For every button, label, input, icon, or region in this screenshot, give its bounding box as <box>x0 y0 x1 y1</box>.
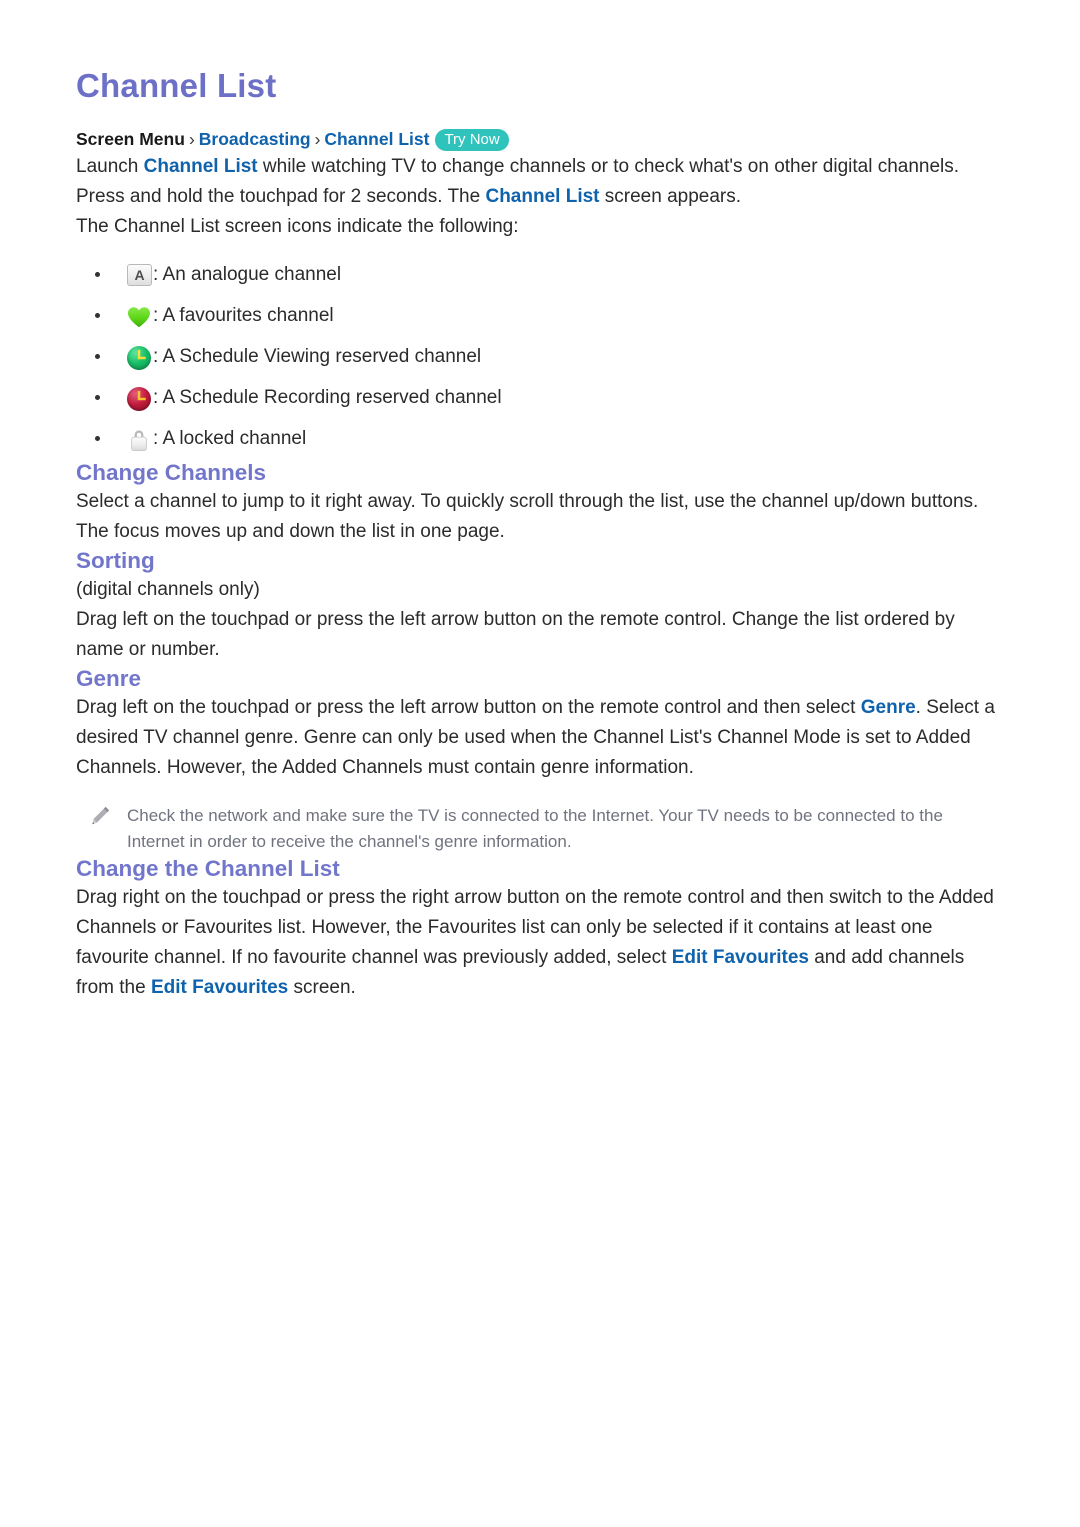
legend-separator: : <box>153 427 159 449</box>
locked-channel-padlock-icon <box>127 427 151 452</box>
legend-separator: : <box>153 304 159 326</box>
favourite-heart-icon <box>127 306 151 328</box>
icon-legend-list: A : An analogue channel : A favourites c… <box>76 254 1005 459</box>
breadcrumb-root: Screen Menu <box>76 128 185 149</box>
breadcrumb: Screen Menu › Broadcasting › Channel List Try… <box>76 126 1005 152</box>
bullet-dot <box>95 271 100 277</box>
ccl-text-c: screen. <box>288 977 356 999</box>
legend-label: A Schedule Viewing reserved channel <box>162 345 482 367</box>
bullet-dot <box>95 435 100 441</box>
section-body-change-the-channel-list: Drag right on the touchpad or press the … <box>76 883 1005 1003</box>
legend-separator: : <box>153 345 159 367</box>
breadcrumb-separator-2: › <box>314 128 321 149</box>
section-heading-change-the-channel-list: Change the Channel List <box>76 856 340 882</box>
inline-link-edit-favourites-2[interactable]: Edit Favourites <box>151 977 288 998</box>
breadcrumb-item-broadcasting[interactable]: Broadcasting <box>199 129 311 149</box>
inline-link-channel-list-1[interactable]: Channel List <box>144 156 258 177</box>
legend-separator: : <box>153 263 159 285</box>
schedule-viewing-clock-icon <box>127 345 151 370</box>
legend-label: A Schedule Recording reserved channel <box>162 386 502 408</box>
legend-label: An analogue channel <box>162 263 342 285</box>
legend-label: A favourites channel <box>162 304 334 326</box>
genre-tip-note: Check the network and make sure the TV i… <box>76 803 1005 855</box>
list-item: A : An analogue channel <box>76 254 1005 295</box>
bullet-dot <box>95 394 100 400</box>
intro-paragraph: Launch Channel List while watching TV to… <box>76 152 1005 212</box>
section-body-change-channels: Select a channel to jump to it right awa… <box>76 490 979 542</box>
document-page: Channel List Screen Menu › Broadcasting › Ch… <box>0 0 1080 1527</box>
inline-link-genre[interactable]: Genre <box>861 697 916 718</box>
breadcrumb-separator-1: › <box>188 128 195 149</box>
list-item: : A Schedule Recording reserved channel <box>76 377 1005 418</box>
breadcrumb-item-channel-list[interactable]: Channel List <box>324 129 429 149</box>
section-body-sorting: Drag left on the touchpad or press the l… <box>76 609 955 661</box>
list-item: : A locked channel <box>76 418 1005 459</box>
section-heading-change-channels: Change Channels <box>76 459 267 485</box>
list-item: : A Schedule Viewing reserved channel <box>76 336 1005 377</box>
legend-separator: : <box>153 386 159 408</box>
intro-text-a: Launch <box>76 155 144 177</box>
genre-text-a: Drag left on the touchpad or press the l… <box>76 697 861 719</box>
schedule-recording-clock-icon <box>127 386 151 411</box>
pencil-icon <box>89 805 111 827</box>
inline-link-channel-list-2[interactable]: Channel List <box>485 186 599 207</box>
try-now-badge[interactable]: Try Now <box>435 128 509 151</box>
legend-label: A locked channel <box>162 427 307 449</box>
section-body-genre: Drag left on the touchpad or press the l… <box>76 693 1005 783</box>
genre-tip-text: Check the network and make sure the TV i… <box>127 806 943 852</box>
bullet-dot <box>95 353 100 359</box>
bullet-dot <box>95 312 100 318</box>
list-item: : A favourites channel <box>76 295 1005 336</box>
analogue-channel-icon: A <box>127 263 152 286</box>
icons-intro-paragraph: The Channel List screen icons indicate t… <box>76 215 519 237</box>
page-title: Channel List <box>76 67 277 104</box>
intro-text-c: screen appears. <box>599 185 742 207</box>
sorting-qualifier: (digital channels only) <box>76 579 260 601</box>
section-heading-genre: Genre <box>76 666 142 692</box>
inline-link-edit-favourites-1[interactable]: Edit Favourites <box>672 947 809 968</box>
section-heading-sorting: Sorting <box>76 547 155 573</box>
